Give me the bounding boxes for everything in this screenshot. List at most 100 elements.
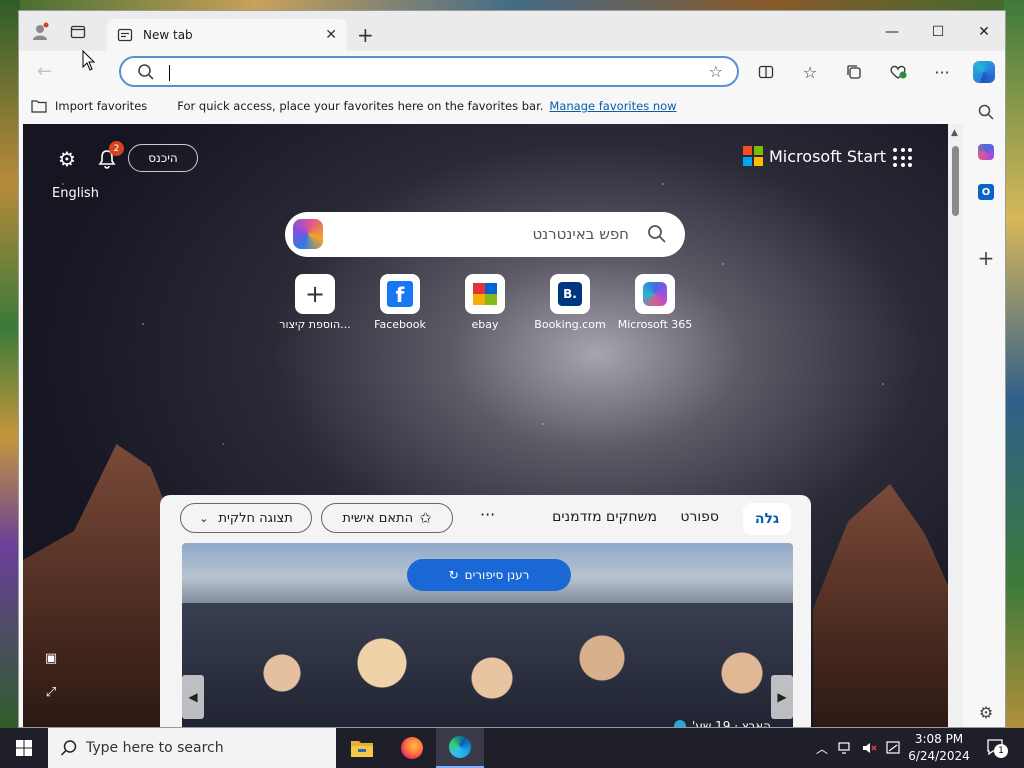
app-launcher-icon[interactable]	[893, 148, 913, 168]
back-button[interactable]: ←	[37, 61, 52, 82]
quick-link-facebook[interactable]: f Facebook	[358, 274, 442, 331]
volume-muted-icon[interactable]	[862, 740, 878, 756]
start-button[interactable]	[0, 728, 48, 768]
heart-pulse-icon	[890, 65, 907, 79]
quick-link-microsoft365[interactable]: Microsoft 365	[613, 274, 697, 331]
copilot-icon[interactable]	[293, 219, 323, 249]
new-tab-button[interactable]: +	[357, 23, 374, 47]
manage-favorites-link[interactable]: Manage favorites now	[549, 99, 676, 113]
system-clock[interactable]: 3:08 PM 6/24/2024	[904, 731, 974, 765]
collections-button[interactable]	[843, 61, 865, 83]
search-icon	[60, 740, 77, 756]
profile-button[interactable]	[29, 21, 51, 43]
taskbar-edge[interactable]	[436, 728, 484, 768]
story-image	[182, 603, 793, 727]
quick-link-label: Facebook	[374, 318, 426, 331]
maximize-button[interactable]: ☐	[915, 19, 961, 45]
outlook-icon: O	[978, 184, 994, 200]
mouse-cursor-icon	[82, 50, 96, 71]
browser-essentials-button[interactable]	[887, 61, 909, 83]
sidebar-add-button[interactable]: +	[975, 246, 997, 270]
search-icon[interactable]	[647, 224, 667, 244]
quick-link-label: Microsoft 365	[617, 318, 693, 331]
taskbar-file-explorer[interactable]	[338, 728, 386, 768]
action-center-icon[interactable]	[886, 740, 902, 756]
close-tab-icon[interactable]: ✕	[325, 27, 337, 43]
sidebar-outlook-button[interactable]: O	[975, 181, 997, 203]
plus-icon: +	[295, 274, 335, 314]
gear-icon: ⚙	[58, 147, 76, 171]
feed-tab-sports[interactable]: ספורט	[680, 509, 719, 525]
page-settings-button[interactable]: ⚙	[55, 147, 79, 171]
next-story-button[interactable]: ▶	[771, 675, 793, 719]
top-story-card[interactable]: רענן סיפורים ↻ ◀ ▶ הארץ · 19 שע'	[182, 543, 793, 728]
feed-more-button[interactable]: ···	[480, 505, 495, 524]
split-screen-button[interactable]	[755, 61, 777, 83]
sidebar-settings-button[interactable]: ⚙	[975, 701, 997, 723]
taskbar: Type here to search ︿ 3:08 PM 6/24/2024 …	[0, 728, 1024, 768]
address-input[interactable]	[167, 62, 687, 82]
clock-time: 3:08 PM	[914, 732, 964, 746]
close-window-button[interactable]: ✕	[961, 19, 1005, 45]
story-source-text: הארץ · 19 שע'	[692, 719, 771, 728]
microsoft365-icon	[635, 274, 675, 314]
favorites-hint-text: For quick access, place your favorites h…	[177, 99, 544, 113]
copilot-button[interactable]	[973, 61, 995, 83]
expand-icon[interactable]: ⤢	[43, 684, 59, 700]
import-favorites-button[interactable]: Import favorites	[31, 99, 147, 113]
microsoft-start-brand[interactable]: Microsoft Start	[743, 146, 886, 166]
refresh-label: רענן סיפורים	[464, 568, 530, 582]
network-icon[interactable]	[838, 740, 854, 756]
language-toggle[interactable]: English	[52, 186, 99, 201]
edge-icon	[449, 736, 471, 758]
address-bar[interactable]: ☆	[119, 56, 739, 87]
favorites-star-list-icon: ☆	[802, 62, 818, 82]
taskbar-search-box[interactable]: Type here to search	[48, 728, 336, 768]
quick-link-booking[interactable]: B. Booking.com	[528, 274, 612, 331]
previous-story-button[interactable]: ◀	[182, 675, 204, 719]
edit-star-icon: ✩	[419, 509, 432, 527]
notification-count-badge: 1	[994, 744, 1008, 758]
chevron-down-icon: ⌄	[199, 511, 209, 525]
view-label: תצוגה חלקית	[218, 510, 293, 526]
gear-icon: ⚙	[978, 702, 994, 722]
background-image-info-icon[interactable]: ▣	[43, 650, 59, 666]
taskbar-firefox[interactable]	[388, 728, 436, 768]
refresh-stories-button[interactable]: רענן סיפורים ↻	[407, 559, 571, 591]
feed-tab-casual-games[interactable]: משחקים מזדמנים	[552, 509, 657, 525]
desktop-wallpaper-top	[0, 0, 1024, 10]
tab-actions-button[interactable]	[67, 21, 89, 43]
more-dots-icon: ···	[934, 62, 950, 82]
ebay-icon	[465, 274, 505, 314]
text-caret	[169, 65, 170, 81]
page-scrollbar[interactable]: ▲	[948, 124, 963, 727]
scroll-up-arrow-icon[interactable]: ▲	[951, 128, 958, 138]
feed-tab-discover[interactable]: גלה	[743, 503, 791, 535]
import-folder-icon	[31, 100, 47, 113]
title-bar: New tab ✕ + — ☐ ✕	[19, 11, 1005, 51]
layout-view-dropdown[interactable]: תצוגה חלקית ⌄	[180, 503, 312, 533]
clock-date: 6/24/2024	[908, 749, 970, 763]
add-favorite-star-icon[interactable]: ☆	[709, 62, 723, 81]
favorites-bar: Import favorites For quick access, place…	[19, 91, 963, 121]
show-hidden-icons-chevron-icon[interactable]: ︿	[814, 740, 830, 756]
booking-icon: B.	[550, 274, 590, 314]
windows-logo-icon	[16, 740, 32, 756]
quick-link-ebay[interactable]: ebay	[443, 274, 527, 331]
scroll-thumb[interactable]	[952, 146, 959, 216]
newtab-page-icon	[117, 28, 133, 42]
sidebar-microsoft365-button[interactable]	[975, 141, 997, 163]
sidebar-search-button[interactable]	[975, 101, 997, 123]
quick-link-add-shortcut[interactable]: + הוספת קיצור...	[273, 274, 357, 331]
favorites-button[interactable]: ☆	[799, 61, 821, 83]
minimize-button[interactable]: —	[869, 19, 915, 45]
notification-count-badge: 2	[109, 141, 124, 156]
split-screen-icon	[758, 65, 774, 79]
tab-new-tab[interactable]: New tab ✕	[107, 19, 347, 51]
web-search-box[interactable]: חפש באינטרנט	[285, 212, 685, 257]
story-source: הארץ · 19 שע'	[674, 719, 771, 728]
signin-button[interactable]: היכנס	[128, 144, 198, 172]
personalize-button[interactable]: ✩ התאם אישית	[321, 503, 453, 533]
firefox-icon	[401, 737, 423, 759]
settings-more-button[interactable]: ···	[931, 61, 953, 83]
